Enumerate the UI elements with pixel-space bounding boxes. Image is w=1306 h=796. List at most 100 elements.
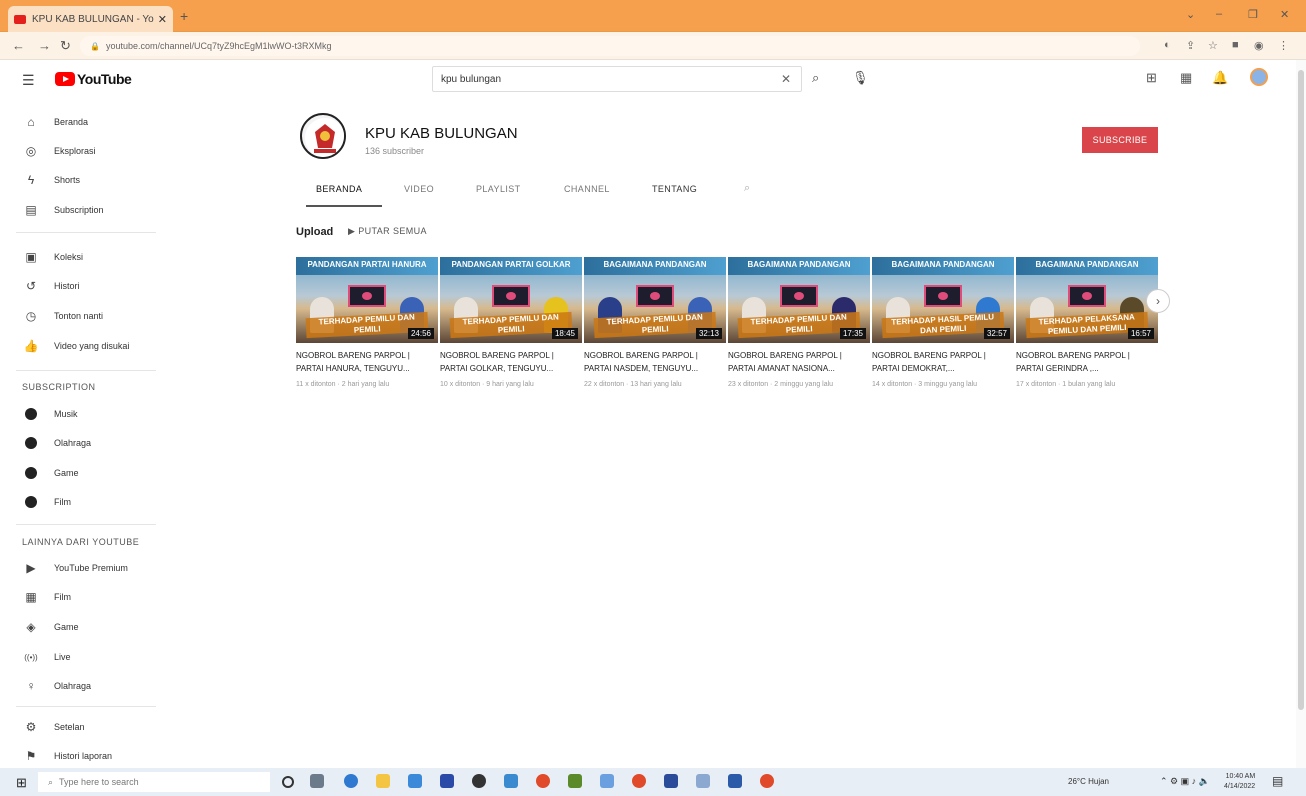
weather-widget[interactable]: 26°C Hujan	[1068, 777, 1109, 786]
video-thumbnail[interactable]: BAGAIMANA PANDANGAN TERHADAP PELAKSANA P…	[1016, 257, 1158, 343]
clock-icon: ◷	[25, 309, 37, 323]
browser-tab[interactable]: KPU KAB BULUNGAN - YouTube ✕	[8, 6, 173, 32]
tab-close-icon[interactable]: ✕	[158, 13, 167, 26]
windows-start-icon[interactable]: ⊞	[16, 775, 27, 791]
hamburger-menu-icon[interactable]: ☰	[22, 72, 35, 89]
chrome-icon[interactable]	[536, 774, 550, 788]
sidebar-item-histori[interactable]: ↺ Histori	[0, 274, 168, 298]
video-title[interactable]: NGOBROL BARENG PARPOL | PARTAI AMANAT NA…	[728, 349, 870, 375]
sidebar-item-shorts[interactable]: ϟ Shorts	[0, 168, 168, 192]
chrome-icon[interactable]	[632, 774, 646, 788]
clear-search-icon[interactable]: ✕	[781, 72, 791, 86]
app-icon[interactable]	[664, 774, 678, 788]
cortana-icon[interactable]	[282, 776, 294, 788]
create-video-icon[interactable]: ⊞	[1146, 70, 1157, 86]
google-lens-icon[interactable]: ◐	[1164, 39, 1171, 51]
video-card[interactable]: BAGAIMANA PANDANGAN TERHADAP PELAKSANA P…	[1016, 257, 1158, 388]
video-card[interactable]: PANDANGAN PARTAI HANURA TERHADAP PEMILU …	[296, 257, 438, 388]
sidebar-item-eksplorasi[interactable]: ◎ Eksplorasi	[0, 139, 168, 163]
word-icon[interactable]	[728, 774, 742, 788]
video-card[interactable]: BAGAIMANA PANDANGAN TERHADAP PEMILU DAN …	[728, 257, 870, 388]
shelf-next-arrow-icon[interactable]: ›	[1146, 289, 1170, 313]
sidebar-item-youtube-premium[interactable]: ▶ YouTube Premium	[0, 556, 168, 580]
sidebar-item-musik[interactable]: Musik	[0, 402, 168, 426]
video-duration: 17:35	[839, 328, 866, 339]
sidebar-item-live[interactable]: ((•)) Live	[0, 645, 168, 669]
share-icon[interactable]: ⇪	[1186, 39, 1195, 52]
sidebar-item-olahraga-more[interactable]: ♀ Olahraga	[0, 674, 168, 698]
search-input[interactable]: kpu bulungan ✕	[432, 66, 802, 92]
apps-icon[interactable]: ▦	[1180, 70, 1192, 86]
tab-playlist[interactable]: PLAYLIST	[476, 184, 521, 194]
menu-icon[interactable]: ⋮	[1278, 39, 1289, 52]
microphone-icon[interactable]: 🎙	[852, 70, 869, 86]
forward-icon[interactable]: →	[38, 38, 51, 53]
sidebar-item-film[interactable]: Film	[0, 490, 168, 514]
mail-icon[interactable]	[408, 774, 422, 788]
app-icon[interactable]	[600, 774, 614, 788]
sidebar-item-game[interactable]: Game	[0, 461, 168, 485]
sidebar-item-setelan[interactable]: ⚙ Setelan	[0, 715, 168, 739]
sidebar-item-video-disukai[interactable]: 👍 Video yang disukai	[0, 334, 168, 358]
video-title[interactable]: NGOBROL BARENG PARPOL | PARTAI GOLKAR, T…	[440, 349, 582, 375]
video-title[interactable]: NGOBROL BARENG PARPOL | PARTAI NASDEM, T…	[584, 349, 726, 375]
sidebar-item-game-more[interactable]: ◈ Game	[0, 615, 168, 639]
app-icon[interactable]	[696, 774, 710, 788]
chrome-icon[interactable]	[760, 774, 774, 788]
sidebar-item-histori-laporan[interactable]: ⚑ Histori laporan	[0, 744, 168, 768]
video-title[interactable]: NGOBROL BARENG PARPOL | PARTAI DEMOKRAT,…	[872, 349, 1014, 375]
channel-search-icon[interactable]: ⌕	[744, 182, 750, 195]
photoshop-icon[interactable]	[440, 774, 454, 788]
sidebar-item-subscription[interactable]: ▤ Subscription	[0, 198, 168, 222]
search-icon[interactable]: ⌕	[812, 70, 819, 86]
video-title[interactable]: NGOBROL BARENG PARPOL | PARTAI HANURA, T…	[296, 349, 438, 375]
video-thumbnail[interactable]: PANDANGAN PARTAI GOLKAR TERHADAP PEMILU …	[440, 257, 582, 343]
extension-icon[interactable]: ■	[1232, 39, 1239, 51]
youtube-logo[interactable]: YouTube	[55, 71, 132, 87]
tab-search-icon[interactable]: ⌄	[1186, 8, 1195, 21]
notifications-bell-icon[interactable]: 🔔	[1212, 70, 1228, 86]
bookmark-star-icon[interactable]: ☆	[1208, 39, 1218, 52]
channel-avatar-logo[interactable]	[300, 113, 346, 159]
close-window-button[interactable]: ✕	[1280, 8, 1289, 21]
taskbar-search-input[interactable]: ⌕ Type here to search	[38, 772, 270, 792]
sidebar-item-film-more[interactable]: ▦ Film	[0, 585, 168, 609]
video-thumbnail[interactable]: PANDANGAN PARTAI HANURA TERHADAP PEMILU …	[296, 257, 438, 343]
system-tray-icons[interactable]: ⌃ ⚙ ▣ ♪ 🔈	[1160, 776, 1210, 787]
file-explorer-icon[interactable]	[376, 774, 390, 788]
minimize-button[interactable]: –	[1216, 8, 1222, 20]
video-card[interactable]: PANDANGAN PARTAI GOLKAR TERHADAP PEMILU …	[440, 257, 582, 388]
notification-center-icon[interactable]: ▤	[1272, 774, 1283, 788]
back-icon[interactable]: ←	[12, 38, 25, 53]
video-thumbnail[interactable]: BAGAIMANA PANDANGAN TERHADAP PEMILU DAN …	[584, 257, 726, 343]
profile-icon[interactable]: ◉	[1254, 39, 1264, 52]
sidebar-item-tonton-nanti[interactable]: ◷ Tonton nanti	[0, 304, 168, 328]
url-input[interactable]: 🔒 youtube.com/channel/UCq7tyZ9hcEgM1lwWO…	[80, 36, 1140, 56]
video-card[interactable]: BAGAIMANA PANDANGAN TERHADAP HASIL PEMIL…	[872, 257, 1014, 388]
app-icon[interactable]	[504, 774, 518, 788]
new-tab-button[interactable]: +	[180, 8, 188, 24]
sidebar-item-beranda[interactable]: ⌂ Beranda	[0, 110, 168, 134]
video-title[interactable]: NGOBROL BARENG PARPOL | PARTAI GERINDRA …	[1016, 349, 1158, 375]
video-thumbnail[interactable]: BAGAIMANA PANDANGAN TERHADAP PEMILU DAN …	[728, 257, 870, 343]
page-scrollbar[interactable]	[1296, 60, 1306, 768]
reload-icon[interactable]: ↻	[60, 38, 71, 54]
tab-tentang[interactable]: TENTANG	[652, 184, 697, 194]
maximize-button[interactable]: ❐	[1248, 8, 1258, 21]
account-avatar[interactable]	[1250, 68, 1268, 86]
sidebar-item-koleksi[interactable]: ▣ Koleksi	[0, 245, 168, 269]
app-icon[interactable]	[568, 774, 582, 788]
taskbar-clock[interactable]: 10:40 AM 4/14/2022	[1224, 772, 1255, 792]
scrollbar-thumb[interactable]	[1298, 70, 1304, 710]
app-icon[interactable]	[472, 774, 486, 788]
edge-icon[interactable]	[344, 774, 358, 788]
video-card[interactable]: BAGAIMANA PANDANGAN TERHADAP PEMILU DAN …	[584, 257, 726, 388]
tab-video[interactable]: VIDEO	[404, 184, 434, 194]
task-view-icon[interactable]	[310, 774, 324, 788]
sidebar-item-olahraga[interactable]: Olahraga	[0, 431, 168, 455]
play-all-button[interactable]: ▶ PUTAR SEMUA	[348, 226, 427, 237]
subscribe-button[interactable]: SUBSCRIBE	[1082, 127, 1158, 153]
tab-channel[interactable]: CHANNEL	[564, 184, 610, 194]
video-thumbnail[interactable]: BAGAIMANA PANDANGAN TERHADAP HASIL PEMIL…	[872, 257, 1014, 343]
tab-beranda[interactable]: BERANDA	[316, 184, 362, 194]
